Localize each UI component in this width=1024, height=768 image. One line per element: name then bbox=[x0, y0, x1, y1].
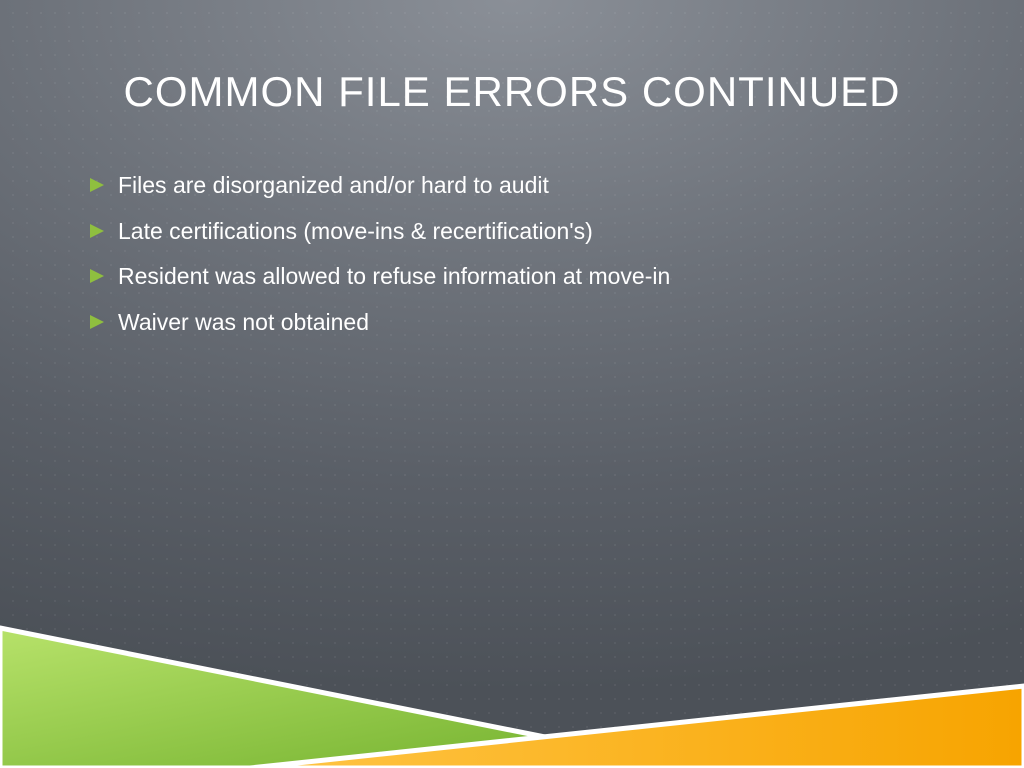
triangle-bullet-icon bbox=[90, 315, 104, 329]
bullet-list: Files are disorganized and/or hard to au… bbox=[90, 168, 934, 351]
triangle-bullet-icon bbox=[90, 224, 104, 238]
list-item: Waiver was not obtained bbox=[90, 305, 934, 341]
list-item: Files are disorganized and/or hard to au… bbox=[90, 168, 934, 204]
list-item-text: Files are disorganized and/or hard to au… bbox=[118, 168, 934, 204]
footer-accent-shapes bbox=[0, 568, 1024, 768]
triangle-bullet-icon bbox=[90, 178, 104, 192]
slide-title: COMMON FILE ERRORS CONTINUED bbox=[0, 68, 1024, 116]
list-item: Resident was allowed to refuse informati… bbox=[90, 259, 934, 295]
list-item: Late certifications (move-ins & recertif… bbox=[90, 214, 934, 250]
list-item-text: Late certifications (move-ins & recertif… bbox=[118, 214, 934, 250]
slide: COMMON FILE ERRORS CONTINUED Files are d… bbox=[0, 0, 1024, 768]
list-item-text: Resident was allowed to refuse informati… bbox=[118, 259, 934, 295]
triangle-bullet-icon bbox=[90, 269, 104, 283]
list-item-text: Waiver was not obtained bbox=[118, 305, 934, 341]
